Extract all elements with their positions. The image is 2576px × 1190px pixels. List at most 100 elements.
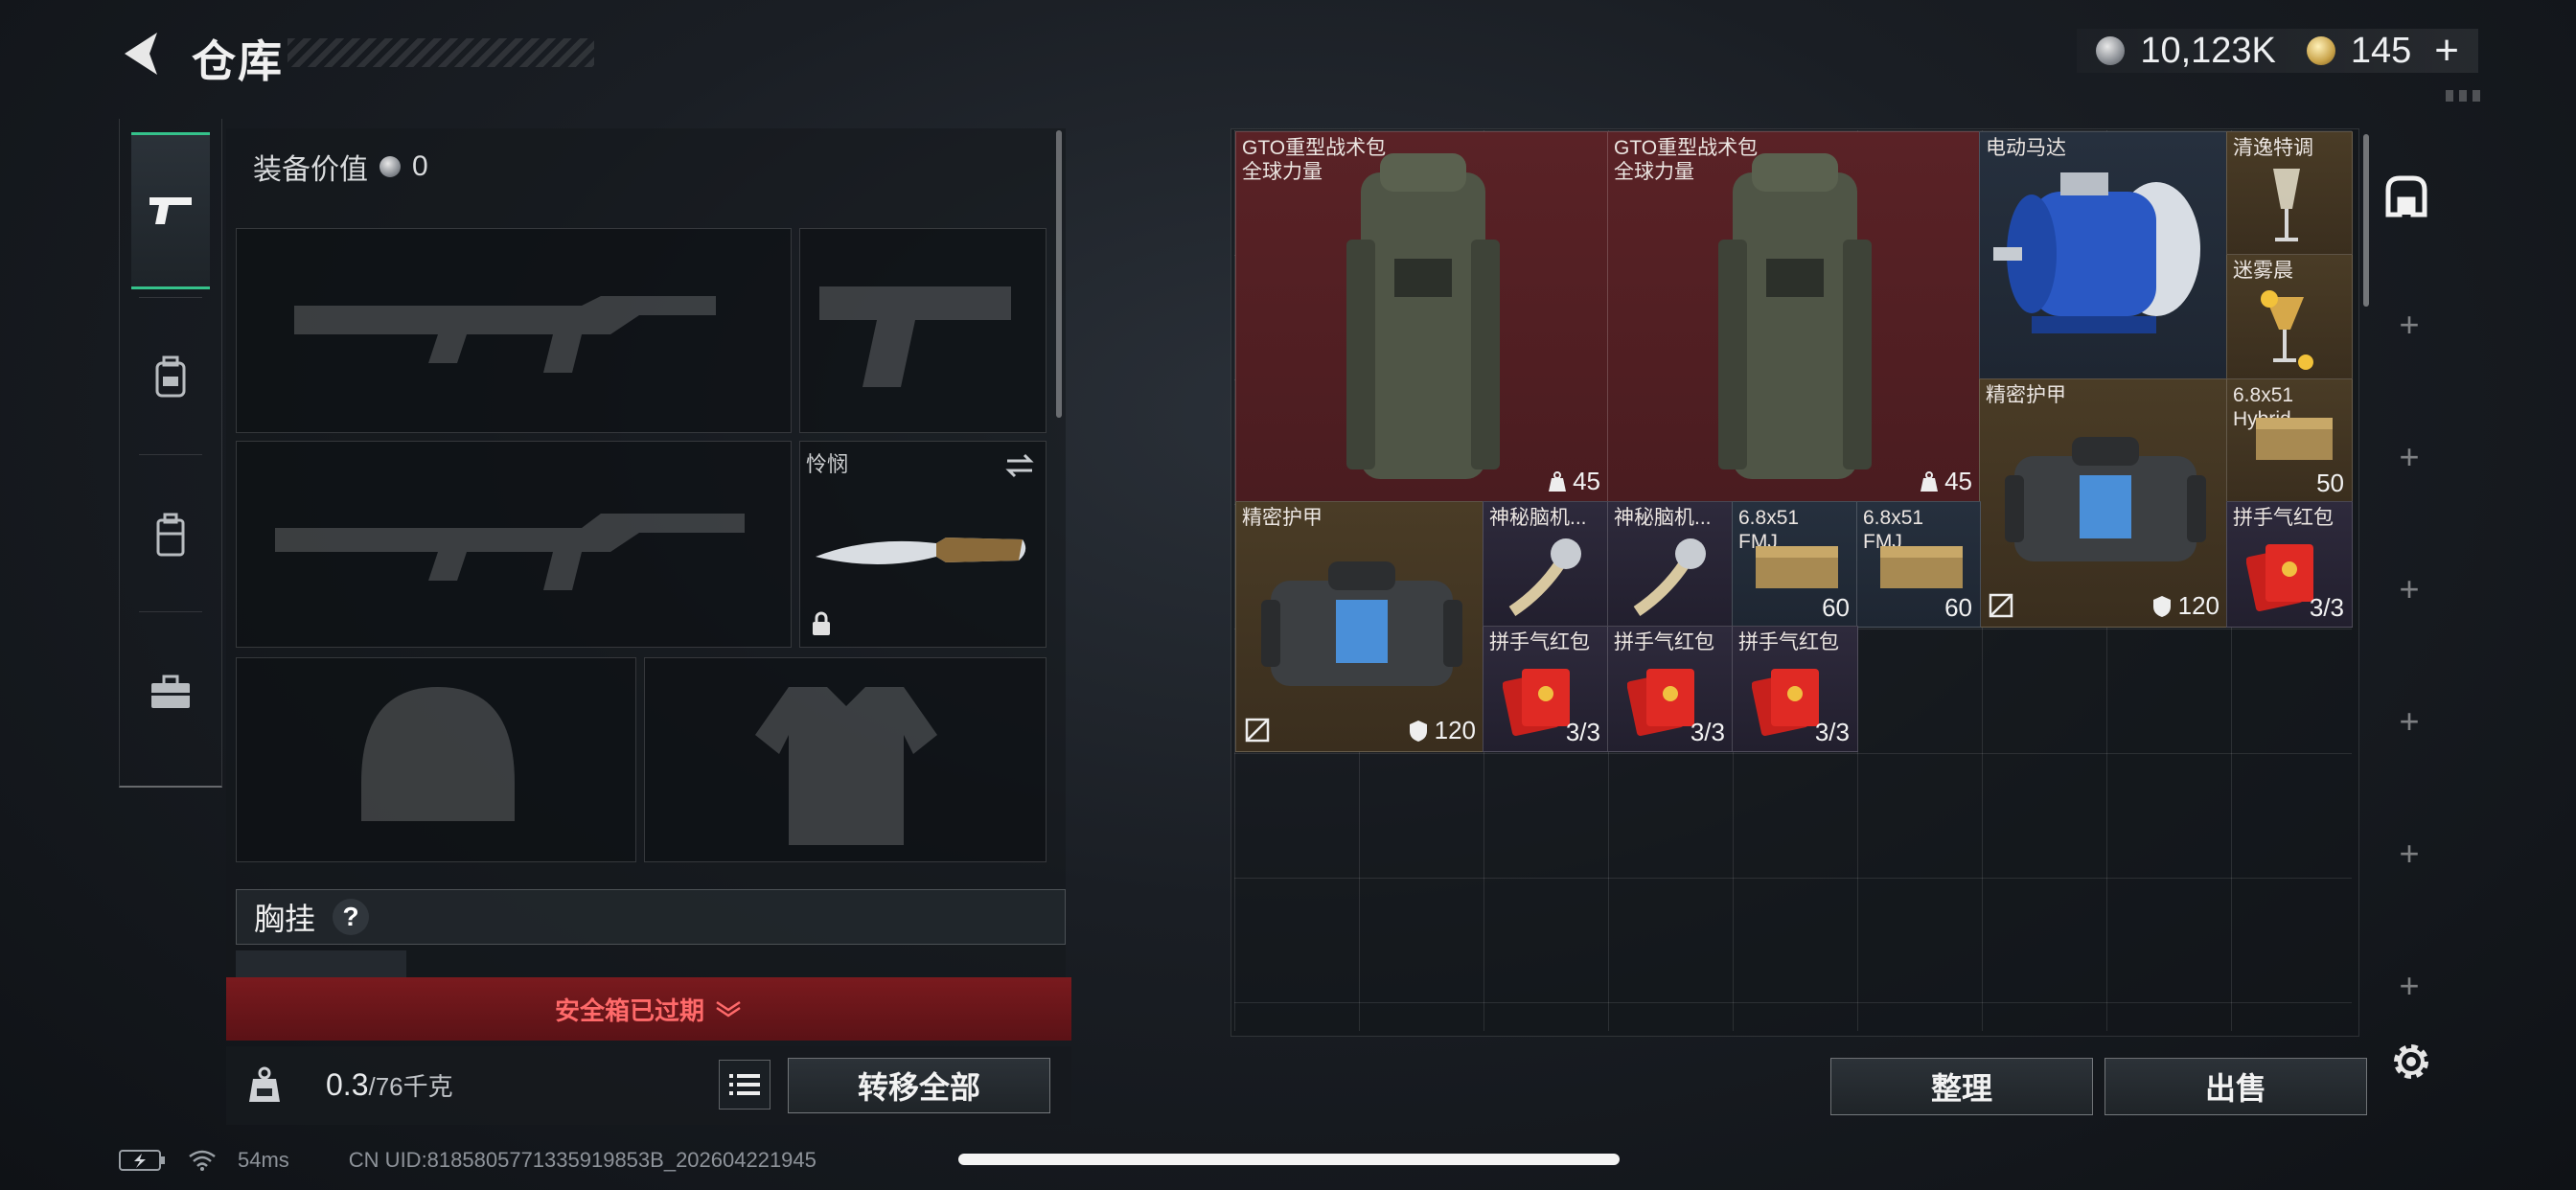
vest-icon bbox=[156, 513, 185, 557]
item-name: 拼手气红包 bbox=[2233, 507, 2334, 529]
sort-button[interactable]: 整理 bbox=[1830, 1058, 2093, 1115]
item-name: 清逸特调 bbox=[2233, 137, 2313, 159]
secondary-weapon-slot[interactable] bbox=[236, 441, 792, 648]
stash-item-cocktail[interactable]: 迷雾晨 bbox=[2226, 254, 2353, 380]
item-name: 迷雾晨 bbox=[2233, 260, 2293, 282]
item-name: 神秘脑机... bbox=[1614, 507, 1712, 529]
stash-item-red-envelope[interactable]: 拼手气红包 3/3 bbox=[1607, 626, 1734, 752]
melee-label: 怜悯 bbox=[806, 452, 849, 476]
chevron-down-icon bbox=[716, 1000, 741, 1018]
stash-scrollbar[interactable] bbox=[2363, 134, 2369, 307]
stash-item-red-envelope[interactable]: 拼手气红包 3/3 bbox=[1483, 626, 1609, 752]
chest-rig-slot[interactable]: 胸挂 ? bbox=[236, 889, 1066, 945]
add-stash-page-button[interactable]: + bbox=[2390, 569, 2428, 609]
sell-button[interactable]: 出售 bbox=[2104, 1058, 2367, 1115]
add-stash-page-button[interactable]: + bbox=[2390, 305, 2428, 345]
safebox-expired-text: 安全箱已过期 bbox=[554, 995, 704, 1025]
weight-icon bbox=[1549, 470, 1567, 492]
item-name-line1: 6.8x51 bbox=[1863, 507, 1924, 529]
stash-item-red-envelope[interactable]: 拼手气红包 3/3 bbox=[2226, 501, 2353, 628]
stash-item-brain-chip[interactable]: 神秘脑机... bbox=[1607, 501, 1734, 628]
toolbox-icon bbox=[151, 675, 190, 708]
lock-icon bbox=[813, 611, 830, 635]
chest-rig-label: 胸挂 bbox=[254, 902, 316, 936]
equipment-value-amount: 0 bbox=[412, 150, 428, 182]
item-name: 拼手气红包 bbox=[1614, 631, 1714, 653]
stash-item-ammo[interactable]: 6.8x51 FMJ 60 bbox=[1732, 501, 1858, 628]
motor-icon bbox=[1993, 172, 2200, 333]
backpack-icon bbox=[1718, 153, 1872, 479]
tab-vest[interactable] bbox=[131, 460, 210, 611]
item-name: 拼手气红包 bbox=[1489, 631, 1590, 653]
carry-weight: 0.3/76千克 bbox=[326, 1067, 453, 1103]
list-view-button[interactable] bbox=[719, 1060, 770, 1110]
stash-item-ammo[interactable]: 6.8x51 FMJ 60 bbox=[1856, 501, 1981, 628]
armor-slot[interactable] bbox=[644, 657, 1046, 862]
back-icon[interactable] bbox=[119, 29, 165, 79]
pistol-silhouette-icon bbox=[819, 286, 1011, 387]
stash-item-brain-chip[interactable]: 神秘脑机... bbox=[1483, 501, 1609, 628]
item-weight-badge: 45 bbox=[1548, 467, 1600, 496]
item-count: 3/3 bbox=[1690, 718, 1725, 746]
pistol-slot[interactable] bbox=[799, 228, 1046, 433]
gear-icon[interactable] bbox=[2386, 1037, 2436, 1087]
item-count: 50 bbox=[2316, 469, 2344, 497]
glass-icon bbox=[2261, 290, 2313, 370]
tab-backpack[interactable] bbox=[131, 301, 210, 452]
add-stash-page-button[interactable]: + bbox=[2390, 701, 2428, 742]
corner-decoration bbox=[2446, 90, 2484, 102]
ammo-box-icon bbox=[1880, 546, 1963, 588]
weight-icon bbox=[1920, 470, 1939, 492]
stash-item-precision-armor[interactable]: 精密护甲 120 bbox=[1235, 501, 1484, 752]
item-name: 精密护甲 bbox=[1986, 384, 2066, 406]
rifle-silhouette-icon bbox=[294, 296, 716, 373]
page-title: 仓库 bbox=[192, 36, 284, 86]
helmet-slot[interactable] bbox=[236, 657, 636, 862]
stash-item-red-envelope[interactable]: 拼手气红包 3/3 bbox=[1732, 626, 1858, 752]
item-count: 3/3 bbox=[2309, 593, 2344, 622]
silver-coin-icon bbox=[2096, 36, 2126, 65]
home-indicator[interactable] bbox=[958, 1154, 1620, 1165]
safebox-expired-banner[interactable]: 安全箱已过期 bbox=[226, 977, 1071, 1041]
stash-item-electric-motor[interactable]: 电动马达 bbox=[1979, 131, 2228, 380]
swap-icon[interactable] bbox=[1003, 451, 1036, 480]
stash-item-cocktail[interactable]: 清逸特调 bbox=[2226, 131, 2353, 256]
stash-item-precision-armor[interactable]: 精密护甲 120 bbox=[1979, 378, 2228, 628]
melee-slot[interactable]: 怜悯 bbox=[799, 441, 1046, 648]
shield-icon bbox=[1409, 720, 1427, 742]
stash-item-ammo[interactable]: 6.8x51 Hybrid 50 bbox=[2226, 378, 2353, 503]
item-name: 精密护甲 bbox=[1242, 507, 1322, 529]
item-count: 60 bbox=[1944, 593, 1972, 622]
stash-item-backpack[interactable]: GTO重型战术包 全球力量 45 bbox=[1607, 131, 1981, 503]
chest-rig-preview bbox=[236, 950, 406, 979]
tab-toolbox[interactable] bbox=[131, 617, 210, 768]
item-name-line1: 6.8x51 bbox=[2233, 384, 2294, 406]
add-stash-page-button[interactable]: + bbox=[2390, 834, 2428, 874]
transfer-all-button[interactable]: 转移全部 bbox=[788, 1058, 1050, 1113]
durability-badge: 120 bbox=[2151, 591, 2220, 621]
item-name: 神秘脑机... bbox=[1489, 507, 1587, 529]
stash-page-icon[interactable] bbox=[2382, 172, 2430, 220]
silver-coin-icon bbox=[380, 156, 401, 177]
durability-value: 120 bbox=[1434, 716, 1476, 744]
primary-weapon-slot[interactable] bbox=[236, 228, 792, 433]
backpack-icon bbox=[1346, 153, 1500, 479]
stash-item-backpack[interactable]: GTO重型战术包 全球力量 45 bbox=[1235, 131, 1609, 503]
add-currency-button[interactable]: + bbox=[2434, 27, 2459, 75]
tab-weapons[interactable] bbox=[131, 132, 210, 289]
add-stash-page-button[interactable]: + bbox=[2390, 966, 2428, 1006]
backpack-icon bbox=[155, 355, 186, 398]
list-icon bbox=[729, 1074, 760, 1095]
chip-icon bbox=[1508, 538, 1581, 616]
item-count: 3/3 bbox=[1814, 718, 1850, 746]
add-stash-page-button[interactable]: + bbox=[2390, 437, 2428, 477]
item-name: 电动马达 bbox=[1986, 137, 2066, 159]
battery-icon bbox=[119, 1150, 165, 1171]
knife-icon bbox=[816, 538, 1026, 564]
broken-icon bbox=[1245, 718, 1270, 743]
equipment-scrollbar[interactable] bbox=[1056, 130, 1062, 418]
rifle-silhouette-icon bbox=[275, 514, 745, 590]
item-count: 45 bbox=[1944, 467, 1972, 495]
help-button[interactable]: ? bbox=[333, 899, 370, 935]
equipment-value-label: 装备价值 bbox=[253, 154, 368, 186]
